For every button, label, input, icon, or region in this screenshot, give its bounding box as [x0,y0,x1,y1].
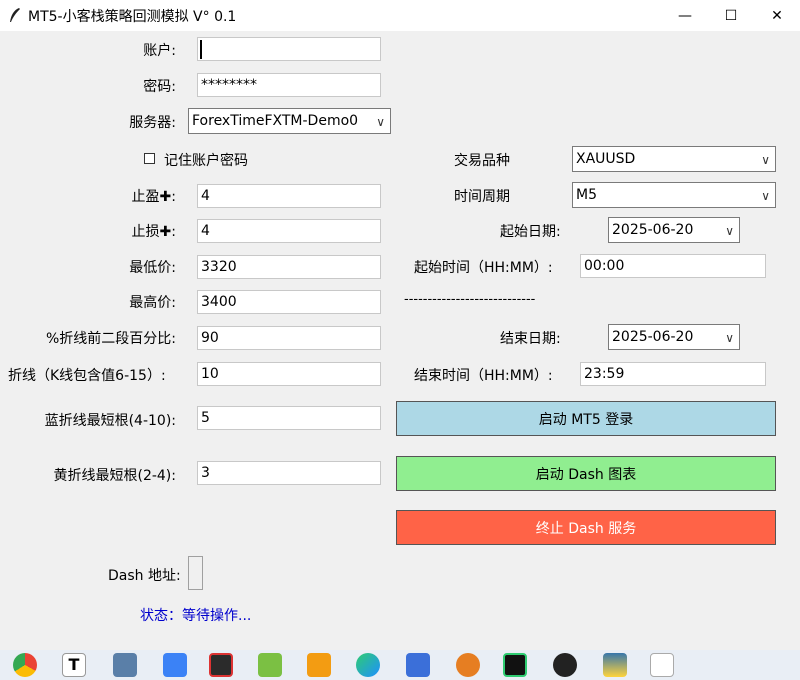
feishu-icon[interactable] [163,653,187,677]
window-title: MT5-小客栈策略回测模拟 V° 0.1 [28,9,237,25]
title-bar: MT5-小客栈策略回测模拟 V° 0.1 — ☐ ✕ [0,0,800,31]
server-label: 服务器: [129,115,176,131]
account-label: 账户: [143,43,176,59]
start-date-picker[interactable]: 2025-06-20 ∨ [608,217,740,243]
blue-zigzag-label: 蓝折线最短根(4-10): [44,413,176,429]
cube-icon[interactable] [258,653,282,677]
account-input[interactable] [197,37,381,61]
start-time-label: 起始时间（HH:MM）: [414,260,553,276]
taskbar: T [0,650,800,680]
search-tool-icon[interactable] [456,653,480,677]
chevron-down-icon: ∨ [761,189,770,203]
close-button[interactable]: ✕ [754,0,800,31]
text-cursor [200,40,202,59]
chevron-down-icon: ∨ [725,224,734,238]
end-time-label: 结束时间（HH:MM）: [414,368,553,384]
yellow-zigzag-input[interactable]: 3 [197,461,381,485]
qq-icon[interactable] [553,653,577,677]
calculator-icon[interactable] [113,653,137,677]
rustdesk-icon[interactable] [406,653,430,677]
symbol-select[interactable]: XAUUSD ∨ [572,146,776,172]
start-mt5-login-button[interactable]: 启动 MT5 登录 [396,401,776,436]
max-price-label: 最高价: [129,295,176,311]
zigzag-input[interactable]: 10 [197,362,381,386]
tp-label: 止盈✚: [131,189,176,205]
chevron-down-icon: ∨ [725,331,734,345]
pycharm-icon[interactable] [503,653,527,677]
python-idle-icon[interactable] [603,653,627,677]
dash-address-label: Dash 地址: [108,568,181,584]
dash-address-link[interactable] [188,556,203,590]
chevron-down-icon: ∨ [761,153,770,167]
min-price-input[interactable]: 3320 [197,255,381,279]
feather-icon [10,8,20,22]
file-icon[interactable] [650,653,674,677]
period-label: 时间周期 [454,189,510,205]
pct-label: %折线前二段百分比: [45,331,176,347]
tp-input[interactable]: 4 [197,184,381,208]
vmware-icon[interactable] [307,653,331,677]
symbol-label: 交易品种 [454,153,510,169]
end-date-label: 结束日期: [500,331,561,347]
sl-input[interactable]: 4 [197,219,381,243]
start-date-value: 2025-06-20 [612,222,694,238]
blue-zigzag-input[interactable]: 5 [197,406,381,430]
chrome-icon[interactable] [13,653,37,677]
zigzag-label: 折线（K线包含值6-15）: [8,368,166,384]
minimize-button[interactable]: — [662,0,708,31]
typora-icon[interactable]: T [62,653,86,677]
password-input[interactable]: ******** [197,73,381,97]
start-date-label: 起始日期: [500,224,561,240]
status-text: 状态：等待操作... [140,608,252,624]
remember-label: 记住账户密码 [164,153,248,169]
end-time-input[interactable]: 23:59 [580,362,766,386]
maximize-icon: ☐ [724,7,738,24]
stop-dash-button[interactable]: 终止 Dash 服务 [396,510,776,545]
max-price-input[interactable]: 3400 [197,290,381,314]
server-value: ForexTimeFXTM-Demo0 [192,113,359,129]
recorder-icon[interactable] [209,653,233,677]
yellow-zigzag-label: 黄折线最短根(2-4): [53,468,176,484]
symbol-value: XAUUSD [576,151,636,167]
separator-line: ---------------------------- [404,292,536,307]
period-select[interactable]: M5 ∨ [572,182,776,208]
edge-icon[interactable] [356,653,380,677]
password-label: 密码: [143,79,176,95]
pct-input[interactable]: 90 [197,326,381,350]
server-select[interactable]: ForexTimeFXTM-Demo0 ∨ [188,108,391,134]
chevron-down-icon: ∨ [376,115,385,129]
end-date-value: 2025-06-20 [612,329,694,345]
sl-label: 止损✚: [131,224,176,240]
end-date-picker[interactable]: 2025-06-20 ∨ [608,324,740,350]
minimize-icon: — [678,7,692,24]
min-price-label: 最低价: [129,260,176,276]
close-icon: ✕ [771,7,783,24]
period-value: M5 [576,187,597,203]
maximize-button[interactable]: ☐ [708,0,754,31]
start-time-input[interactable]: 00:00 [580,254,766,278]
start-dash-button[interactable]: 启动 Dash 图表 [396,456,776,491]
remember-checkbox[interactable] [144,153,155,164]
